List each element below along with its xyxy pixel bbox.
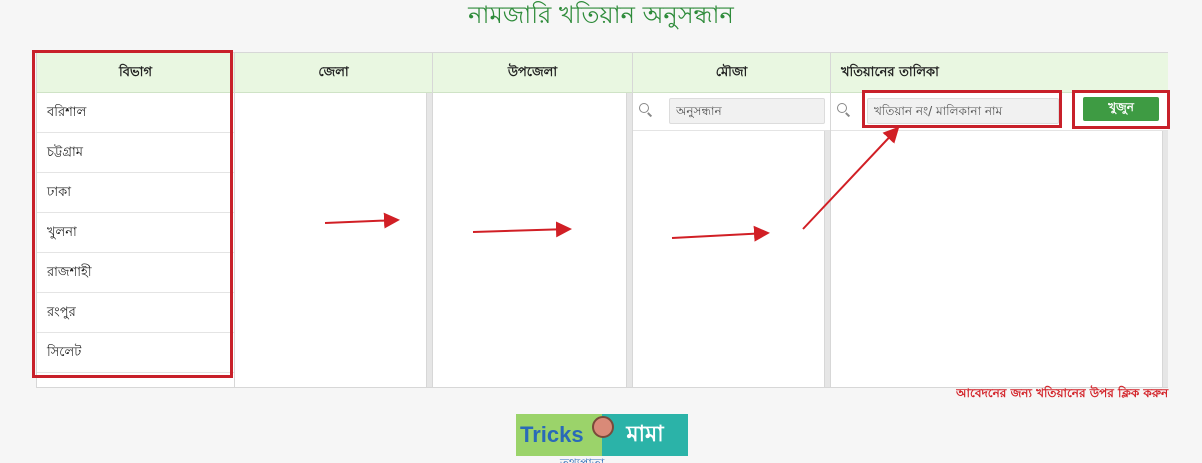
arrow-right-icon <box>802 126 900 230</box>
guide-arrows <box>324 126 900 242</box>
tricks-mama-logo: Tricks মামা <box>516 414 688 456</box>
logo-subtitle: তথ্যপাতা <box>560 456 605 463</box>
arrow-right-icon <box>324 212 400 229</box>
logo-part-mama: মামা <box>602 414 688 456</box>
arrow-right-icon <box>472 221 572 238</box>
lightbulb-icon <box>592 416 614 438</box>
logo-part-tricks: Tricks <box>516 414 602 456</box>
arrow-right-icon <box>671 225 770 242</box>
